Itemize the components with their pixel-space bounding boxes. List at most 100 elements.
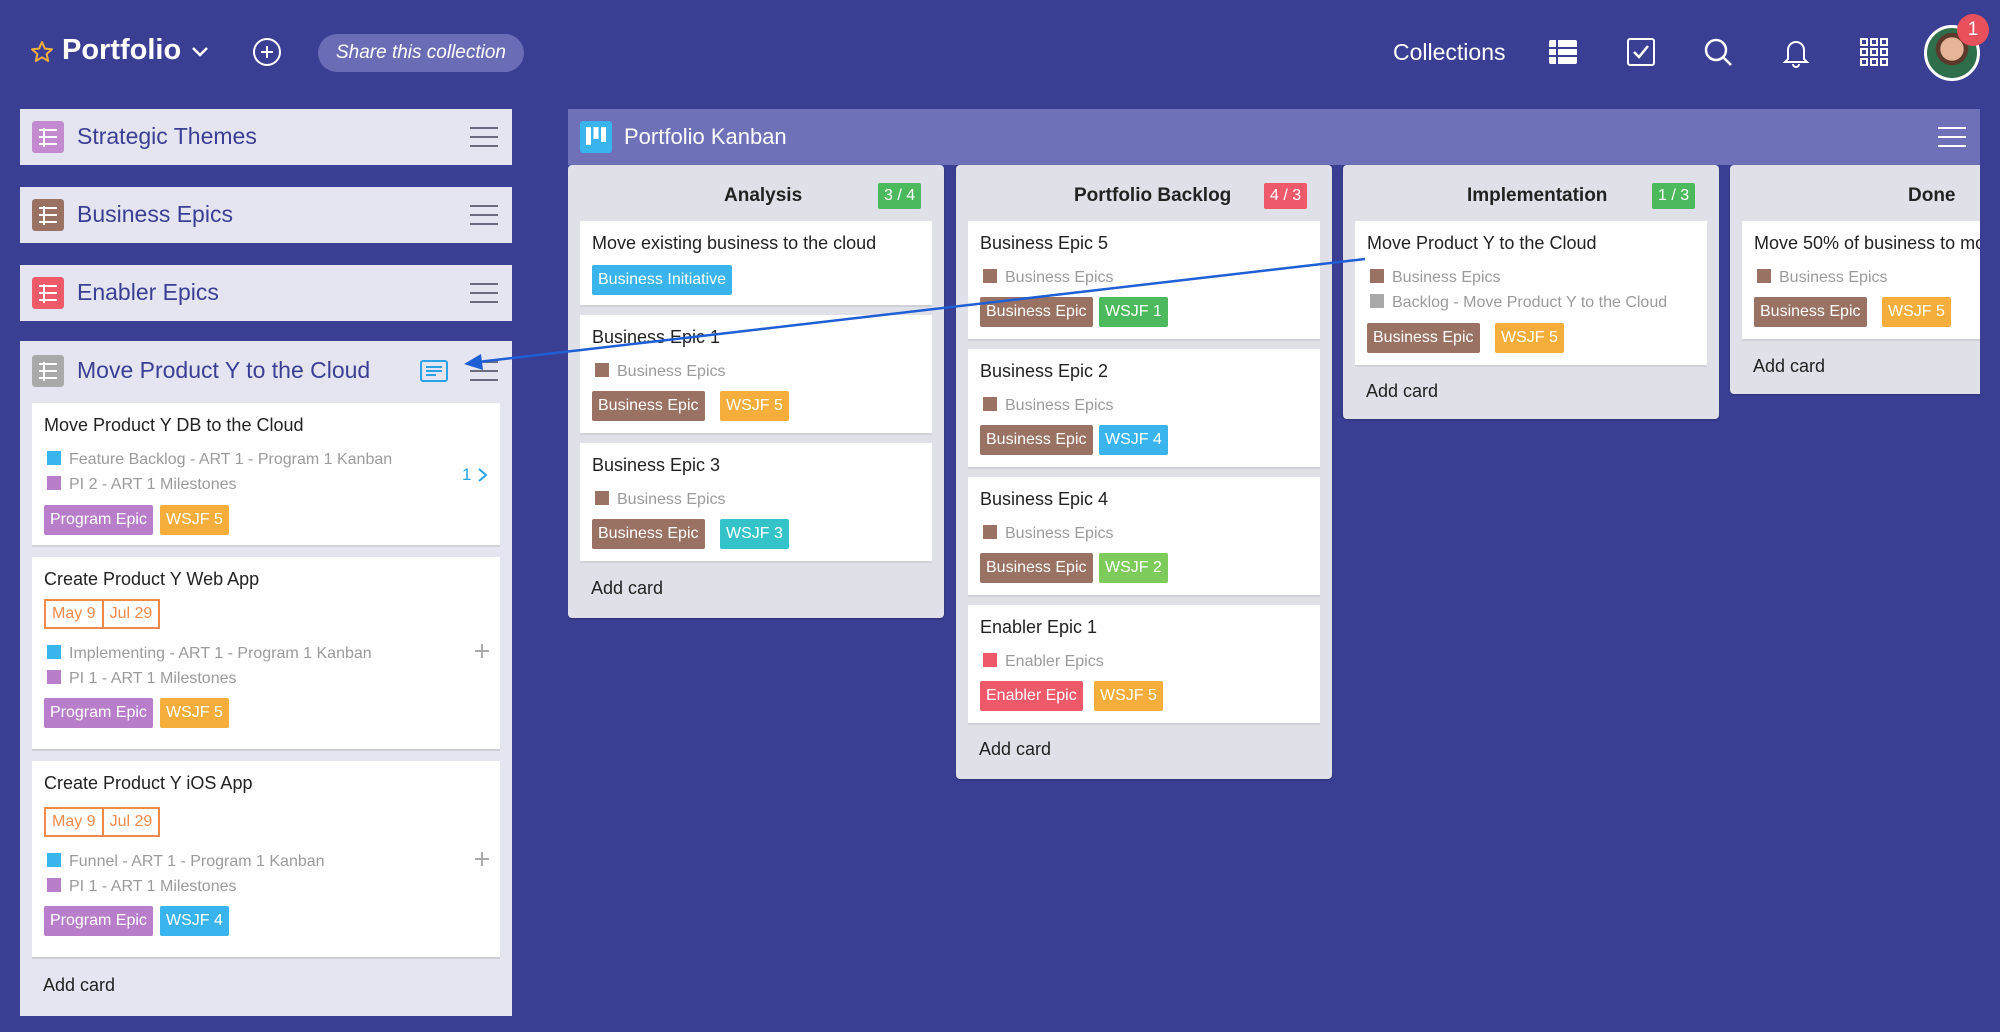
menu-icon[interactable] xyxy=(1938,125,1966,149)
card-title: Business Epic 3 xyxy=(592,455,721,475)
share-collection-button[interactable]: Share this collection xyxy=(318,34,524,72)
collection-label: Enabler Epics xyxy=(77,279,219,305)
card-meta: PI 1 - ART 1 Milestones xyxy=(47,670,236,688)
list-view-icon[interactable] xyxy=(1547,36,1579,68)
menu-icon[interactable] xyxy=(470,125,498,149)
card-meta: PI 1 - ART 1 Milestones xyxy=(47,878,236,896)
search-icon[interactable] xyxy=(1702,36,1734,68)
meta-text: Enabler Epics xyxy=(1005,653,1104,670)
linked-card-icon[interactable] xyxy=(420,359,448,383)
add-card-button[interactable]: Add card xyxy=(1366,381,1438,402)
tag-business-epic: Business Epic xyxy=(980,553,1093,583)
date-range[interactable]: May 9 Jul 29 xyxy=(44,807,161,837)
tag-program-epic: Program Epic xyxy=(44,906,153,936)
add-card-button[interactable]: Add card xyxy=(1753,356,1825,377)
collection-business-epics[interactable]: Business Epics xyxy=(20,187,512,243)
color-square xyxy=(47,853,61,867)
menu-icon[interactable] xyxy=(470,359,498,383)
plus-icon[interactable] xyxy=(474,643,490,659)
meta-text: PI 2 - ART 1 Milestones xyxy=(69,476,237,493)
tag-wsjf: WSJF 1 xyxy=(1099,297,1168,327)
tag-business-epic: Business Epic xyxy=(980,297,1093,327)
checkbox-icon[interactable] xyxy=(1625,36,1657,68)
card-title: Business Epic 2 xyxy=(980,361,1109,381)
tag-wsjf: WSJF 5 xyxy=(1495,323,1564,353)
add-icon[interactable] xyxy=(252,37,282,67)
card-move-existing-business[interactable]: Move existing business to the cloud Busi… xyxy=(580,221,932,307)
color-square xyxy=(983,653,997,667)
card-title: Business Epic 4 xyxy=(980,489,1109,509)
table-icon xyxy=(32,277,64,309)
tag-wsjf: WSJF 2 xyxy=(1099,553,1168,583)
card-meta: Business Epics xyxy=(983,397,1114,415)
collection-enabler-epics[interactable]: Enabler Epics xyxy=(20,265,512,321)
card-meta: Business Epics xyxy=(595,491,726,509)
card-meta: Business Epics xyxy=(983,525,1114,543)
tag-wsjf: WSJF 4 xyxy=(1099,425,1168,455)
card-meta: Business Epics xyxy=(595,363,726,381)
card-business-epic-3[interactable]: Business Epic 3 Business Epics Business … xyxy=(580,443,932,563)
chevron-right-icon[interactable] xyxy=(475,467,491,483)
card-business-epic-2[interactable]: Business Epic 2 Business Epics Business … xyxy=(968,349,1320,469)
collections-link[interactable]: Collections xyxy=(1393,39,1506,66)
meta-text: Business Epics xyxy=(1005,269,1114,286)
color-square xyxy=(47,645,61,659)
collection-label: Strategic Themes xyxy=(77,123,257,149)
board-title[interactable]: Portfolio Kanban xyxy=(624,124,787,150)
star-icon[interactable] xyxy=(30,40,54,64)
column-portfolio-backlog: Portfolio Backlog 4 / 3 Business Epic 5 … xyxy=(956,165,1332,779)
collection-title[interactable]: Portfolio xyxy=(62,34,181,67)
wip-badge: 4 / 3 xyxy=(1264,183,1308,209)
start-date: May 9 xyxy=(52,813,96,830)
color-square xyxy=(983,269,997,283)
card-business-epic-1[interactable]: Business Epic 1 Business Epics Business … xyxy=(580,315,932,435)
tag-wsjf: WSJF 3 xyxy=(720,519,789,549)
tag-wsjf: WSJF 5 xyxy=(720,391,789,421)
card-move-50-percent[interactable]: Move 50% of business to mo Business Epic… xyxy=(1742,221,1980,341)
meta-text: Business Epics xyxy=(1392,269,1501,286)
card-meta: Business Epics xyxy=(983,269,1114,287)
tag-business-epic: Business Epic xyxy=(1754,297,1867,327)
add-card-button[interactable]: Add card xyxy=(979,739,1051,760)
card-create-ios-app[interactable]: Create Product Y iOS App May 9 Jul 29 Fu… xyxy=(32,761,500,959)
plus-icon[interactable] xyxy=(474,851,490,867)
color-square xyxy=(47,476,61,490)
table-icon xyxy=(32,199,64,231)
color-square xyxy=(595,363,609,377)
card-move-product-y[interactable]: Move Product Y to the Cloud Business Epi… xyxy=(1355,221,1707,367)
column-title: Done xyxy=(1908,185,1956,206)
card-business-epic-5[interactable]: Business Epic 5 Business Epics Business … xyxy=(968,221,1320,341)
color-square xyxy=(595,491,609,505)
card-business-epic-4[interactable]: Business Epic 4 Business Epics Business … xyxy=(968,477,1320,597)
card-meta: Enabler Epics xyxy=(983,653,1104,671)
collection-header[interactable]: Move Product Y to the Cloud xyxy=(20,341,512,401)
card-meta: Business Epics xyxy=(1757,269,1888,287)
child-count[interactable]: 1 xyxy=(462,465,471,485)
column-title: Analysis xyxy=(724,185,803,206)
collection-label: Business Epics xyxy=(77,201,233,227)
card-title: Business Epic 1 xyxy=(592,327,721,347)
collection-strategic-themes[interactable]: Strategic Themes xyxy=(20,109,512,165)
apps-grid-icon[interactable] xyxy=(1858,36,1890,68)
meta-text: Business Epics xyxy=(1005,525,1114,542)
card-create-web-app[interactable]: Create Product Y Web App May 9 Jul 29 Im… xyxy=(32,557,500,751)
card-meta: Feature Backlog - ART 1 - Program 1 Kanb… xyxy=(47,451,392,469)
add-card-button[interactable]: Add card xyxy=(591,578,663,599)
card-enabler-epic-1[interactable]: Enabler Epic 1 Enabler Epics Enabler Epi… xyxy=(968,605,1320,725)
notification-badge[interactable]: 1 xyxy=(1957,14,1989,46)
card-move-product-y-db[interactable]: Move Product Y DB to the Cloud Feature B… xyxy=(32,403,500,547)
menu-icon[interactable] xyxy=(470,203,498,227)
tag-wsjf: WSJF 4 xyxy=(160,906,229,936)
chevron-down-icon[interactable] xyxy=(190,45,210,59)
card-meta: PI 2 - ART 1 Milestones xyxy=(47,476,236,494)
color-square xyxy=(47,878,61,892)
menu-icon[interactable] xyxy=(470,281,498,305)
add-card-button[interactable]: Add card xyxy=(43,975,115,996)
bell-icon[interactable] xyxy=(1780,36,1812,68)
tag-business-initiative: Business Initiative xyxy=(592,265,733,295)
board-header: Portfolio Kanban xyxy=(568,109,1980,165)
color-square xyxy=(1757,269,1771,283)
color-square xyxy=(983,397,997,411)
date-range[interactable]: May 9 Jul 29 xyxy=(44,599,161,629)
tag-business-epic: Business Epic xyxy=(592,519,705,549)
